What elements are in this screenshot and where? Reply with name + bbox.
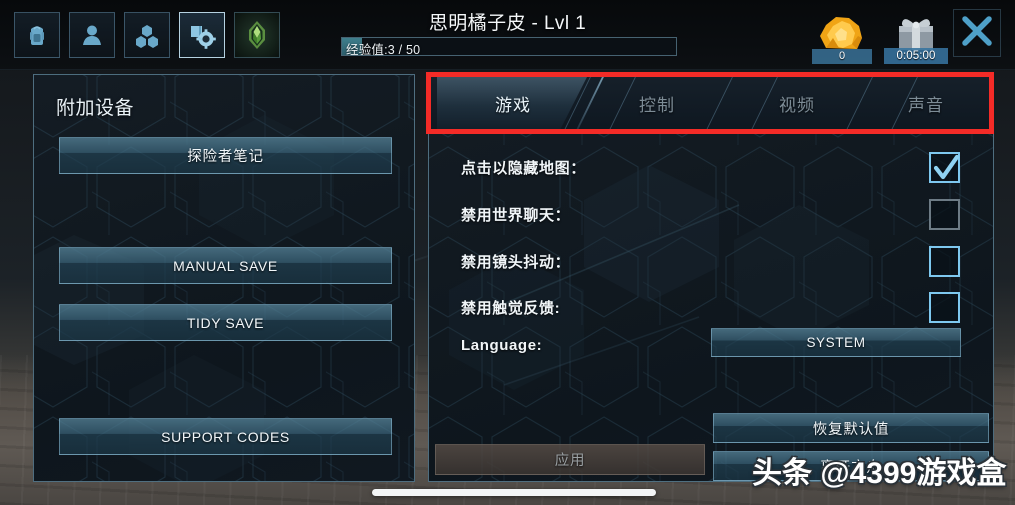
setting-row-hide-map[interactable]: 点击以隐藏地图：	[429, 147, 993, 187]
checkbox-disable-camera-shake[interactable]	[929, 245, 960, 277]
setting-label-disable-haptics: 禁用触觉反馈:	[461, 299, 561, 317]
setting-row-disable-camera-shake[interactable]: 禁用镜头抖动：	[429, 241, 993, 281]
right-panel: 游戏 控制 视频 声音 点击以隐藏地图： 禁用世界聊天： 禁用镜头抖动： 禁用触…	[428, 74, 994, 482]
tidy-save-button[interactable]: TIDY SAVE	[59, 304, 392, 341]
restore-defaults-button[interactable]: 恢复默认值	[713, 413, 989, 443]
manual-save-button[interactable]: MANUAL SAVE	[59, 247, 392, 284]
language-select-button[interactable]: SYSTEM	[711, 328, 961, 357]
language-label: Language:	[461, 336, 543, 354]
apply-button[interactable]: 应用	[435, 444, 705, 475]
top-bar: 思明橘子皮 - Lvl 1 经验值:3 / 50 0 0:05:00	[0, 0, 1015, 70]
setting-label-disable-world-chat: 禁用世界聊天：	[461, 206, 571, 224]
close-icon	[960, 14, 994, 53]
checkbox-disable-world-chat[interactable]	[929, 198, 960, 230]
watermark-text: 头条 @4399游戏盒	[752, 457, 1007, 490]
support-codes-button[interactable]: SUPPORT CODES	[59, 418, 392, 455]
currency-display[interactable]: 0	[812, 8, 872, 64]
xp-progress-label: 经验值:3 / 50	[346, 43, 421, 56]
tab-controls[interactable]: 控制	[587, 75, 727, 132]
game-settings-screen: 思明橘子皮 - Lvl 1 经验值:3 / 50 0 0:05:00 附加设备 …	[0, 0, 1015, 505]
checkbox-hide-map[interactable]	[929, 151, 960, 183]
tab-game[interactable]: 游戏	[443, 75, 583, 132]
checkbox-disable-haptics[interactable]	[929, 291, 960, 323]
left-panel-title: 附加设备	[56, 98, 135, 119]
tab-sound[interactable]: 声音	[861, 75, 991, 132]
setting-row-disable-haptics[interactable]: 禁用触觉反馈:	[429, 287, 993, 327]
currency-count: 0	[812, 49, 872, 64]
gift-timer-value: 0:05:00	[884, 48, 948, 64]
tab-video[interactable]: 视频	[727, 75, 867, 132]
left-panel: 附加设备 探险者笔记 MANUAL SAVE TIDY SAVE SUPPORT…	[33, 74, 415, 482]
setting-row-disable-world-chat[interactable]: 禁用世界聊天：	[429, 194, 993, 234]
explorer-notes-button[interactable]: 探险者笔记	[59, 137, 392, 174]
close-button[interactable]	[953, 9, 1001, 57]
setting-label-hide-map: 点击以隐藏地图：	[461, 159, 586, 177]
xp-progress-bar: 经验值:3 / 50	[341, 37, 677, 56]
home-indicator[interactable]	[372, 489, 656, 496]
gift-timer-display[interactable]: 0:05:00	[884, 8, 948, 64]
settings-tab-bar: 游戏 控制 视频 声音	[429, 75, 993, 132]
setting-label-disable-camera-shake: 禁用镜头抖动：	[461, 253, 571, 271]
